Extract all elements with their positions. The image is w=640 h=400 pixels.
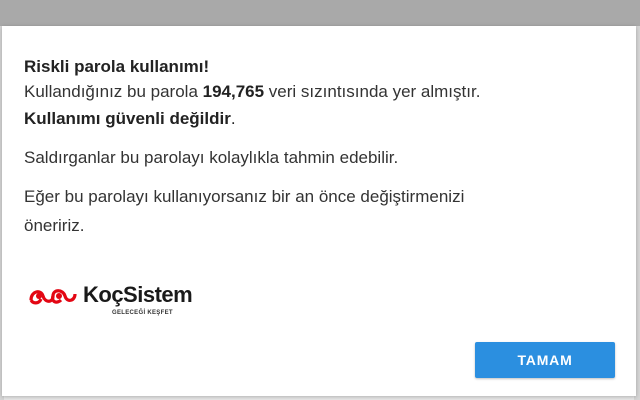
unsafe-warning: Kullanımı güvenli değildir. <box>24 108 236 129</box>
kocsistem-logo-mark-icon <box>29 289 77 305</box>
leak-count: 194,765 <box>202 82 265 101</box>
dialog-title: Riskli parola kullanımı! <box>24 57 210 76</box>
leak-message-suffix: veri sızıntısında yer almıştır. <box>264 82 481 101</box>
kocsistem-logo-name: KoçSistem <box>83 282 193 307</box>
unsafe-warning-dot: . <box>230 109 236 128</box>
recommendation-line-2: öneririz. <box>24 216 85 235</box>
kocsistem-logo: KoçSistem GELECEĞİ KEŞFET <box>27 282 207 326</box>
leak-message-prefix: Kullandığınız bu parola <box>24 82 203 101</box>
backdrop-top-bar <box>0 0 640 26</box>
kocsistem-logo-tagline: GELECEĞİ KEŞFET <box>112 310 173 316</box>
leak-message: Kullandığınız bu parola 194,765 veri sız… <box>24 81 480 102</box>
ok-button[interactable]: TAMAM <box>475 342 615 378</box>
recommendation-line-1: Eğer bu parolayı kullanıyorsanız bir an … <box>24 187 465 206</box>
unsafe-warning-text: Kullanımı güvenli değildir <box>24 109 231 128</box>
risky-password-dialog: Riskli parola kullanımı! Kullandığınız b… <box>2 26 636 396</box>
attacker-message: Saldırganlar bu parolayı kolaylıkla tahm… <box>24 148 399 167</box>
